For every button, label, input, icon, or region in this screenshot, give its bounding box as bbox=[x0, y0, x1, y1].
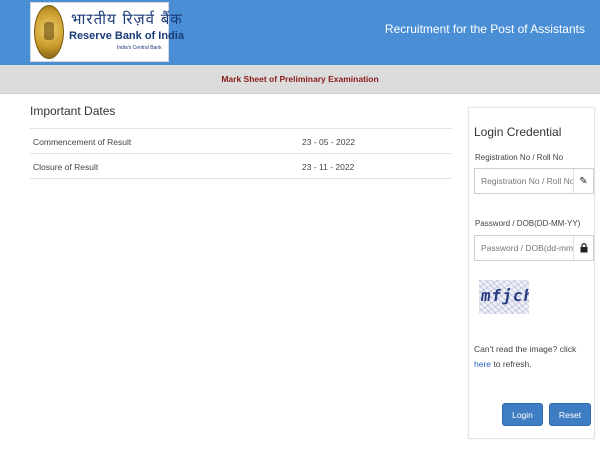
captcha-image: mfjch bbox=[479, 280, 529, 314]
table-row: Closure of Result 23 - 11 - 2022 bbox=[30, 154, 452, 179]
date-label: Closure of Result bbox=[33, 162, 99, 172]
logo-subtitle: India's Central Bank bbox=[117, 45, 162, 51]
password-field bbox=[474, 235, 594, 261]
logo-english-text: Reserve Bank of India bbox=[69, 30, 184, 42]
important-dates-table: Commencement of Result 23 - 05 - 2022 Cl… bbox=[30, 128, 452, 179]
registration-input[interactable] bbox=[475, 169, 573, 193]
captcha-text: mfjch bbox=[479, 286, 529, 305]
header-bar: भारतीय रिज़र्व बैंक Reserve Bank of Indi… bbox=[0, 0, 600, 65]
important-dates-heading: Important Dates bbox=[30, 104, 116, 118]
logo-hindi-text: भारतीय रिज़र्व बैंक bbox=[71, 10, 183, 28]
login-title: Login Credential bbox=[474, 125, 562, 139]
refresh-prefix: Can't read the image? click bbox=[474, 344, 577, 354]
subheader-bar: Mark Sheet of Preliminary Examination bbox=[0, 65, 600, 94]
login-panel: Login Credential Registration No / Roll … bbox=[468, 107, 595, 439]
password-label: Password / DOB(DD-MM-YY) bbox=[475, 219, 581, 228]
page-title: Recruitment for the Post of Assistants bbox=[384, 22, 585, 36]
lock-icon bbox=[573, 236, 593, 260]
login-button[interactable]: Login bbox=[502, 403, 543, 426]
subheader-title: Mark Sheet of Preliminary Examination bbox=[221, 74, 379, 84]
date-value: 23 - 11 - 2022 bbox=[302, 162, 355, 172]
registration-field: ✎ bbox=[474, 168, 594, 194]
refresh-captcha-text: Can't read the image? click here to refr… bbox=[474, 342, 592, 372]
registration-label: Registration No / Roll No bbox=[475, 153, 564, 162]
refresh-suffix: to refresh. bbox=[491, 359, 532, 369]
date-value: 23 - 05 - 2022 bbox=[302, 137, 355, 147]
reset-button[interactable]: Reset bbox=[549, 403, 591, 426]
refresh-captcha-link[interactable]: here bbox=[474, 359, 491, 369]
date-label: Commencement of Result bbox=[33, 137, 132, 147]
rbi-emblem-icon bbox=[34, 5, 64, 59]
rbi-logo[interactable]: भारतीय रिज़र्व बैंक Reserve Bank of Indi… bbox=[30, 2, 184, 62]
pencil-icon: ✎ bbox=[573, 169, 593, 193]
table-row: Commencement of Result 23 - 05 - 2022 bbox=[30, 129, 452, 154]
password-input[interactable] bbox=[475, 236, 573, 260]
